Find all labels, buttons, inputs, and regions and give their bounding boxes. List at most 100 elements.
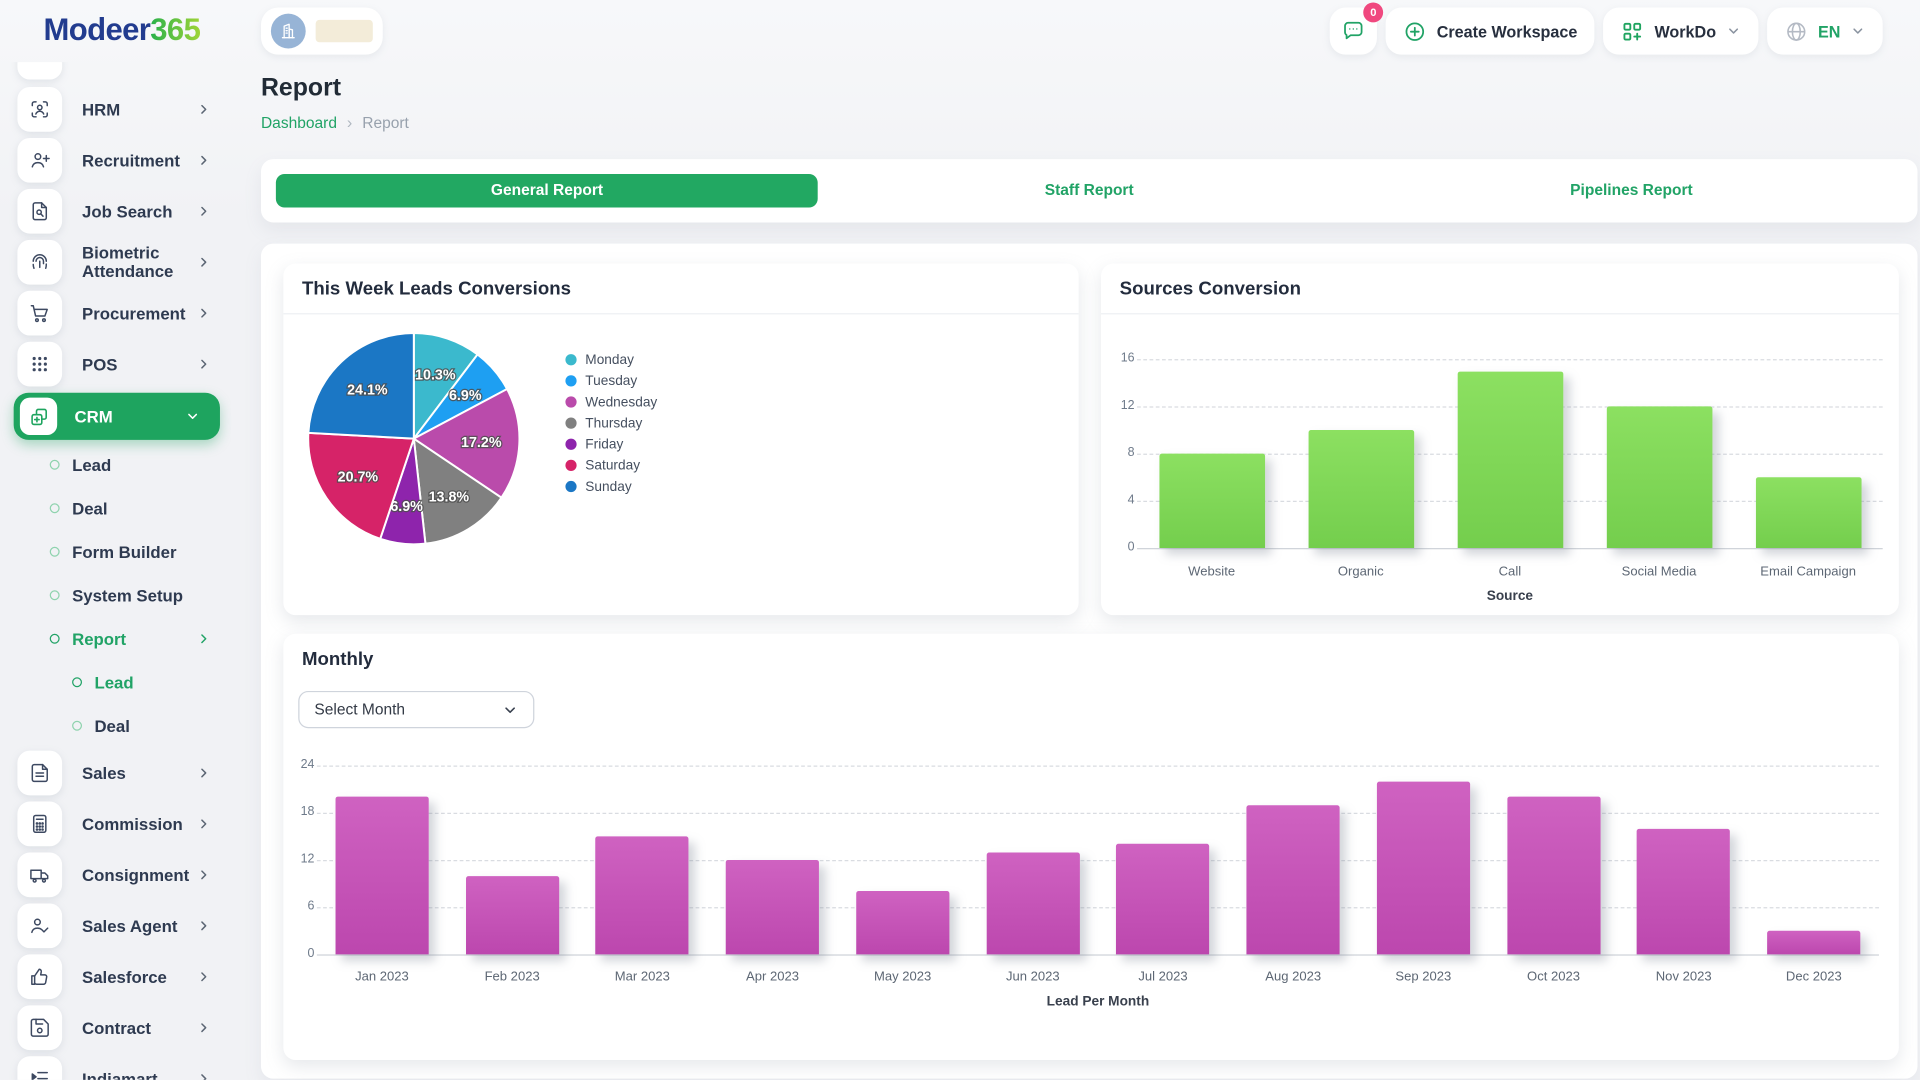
save-file-icon [17,1005,62,1050]
chevron-right-icon [196,1071,211,1080]
logo-text-primary: Modeer [43,12,150,47]
sidebar-item-pos[interactable]: POS [17,342,231,387]
top-header: Modeer365 0 Create Workspace WorkDo [0,0,1920,62]
sidebar-subitem-deal[interactable]: Deal [17,490,231,527]
bullet-ring-icon [50,460,60,470]
bar-email-campaign[interactable] [1755,477,1861,548]
x-tick-label: Call [1435,564,1584,579]
bar-website[interactable] [1159,454,1265,548]
messages-button[interactable]: 0 [1330,7,1377,54]
tab-general-report[interactable]: General Report [276,174,818,208]
bars [1137,359,1883,548]
language-selector[interactable]: EN [1767,7,1883,54]
sidebar-item-label: HRM [82,100,120,119]
legend-dot [565,354,576,365]
bar-jun-2023[interactable] [986,852,1079,954]
sidebar-item-procurement[interactable]: Procurement [17,291,231,336]
sidebar-subitem-label: System Setup [72,586,183,605]
sidebar-subitem-system-setup[interactable]: System Setup [17,577,231,614]
app-switcher-button[interactable]: WorkDo [1603,7,1758,54]
legend-item-sunday[interactable]: Sunday [565,480,657,494]
y-tick-label: 16 [1107,352,1134,366]
bar-may-2023[interactable] [856,891,949,954]
sidebar-item-commission[interactable]: Commission [17,802,231,847]
tab-pipelines-report[interactable]: Pipelines Report [1360,174,1902,208]
chevron-down-icon [1726,24,1741,39]
sidebar-subitem-report-lead[interactable]: Lead [17,664,231,701]
create-workspace-button[interactable]: Create Workspace [1386,7,1595,54]
legend-label: Tuesday [585,373,637,388]
sidebar-subitem-report[interactable]: Report [17,620,231,657]
bar-social-media[interactable] [1606,406,1712,548]
sidebar-item-indiamart[interactable]: Indiamart [17,1056,231,1080]
x-axis-title: Source [1137,589,1883,604]
sidebar-item-crm[interactable]: CRM [14,393,220,440]
x-axis-labels: WebsiteOrganicCallSocial MediaEmail Camp… [1137,564,1883,579]
bar-oct-2023[interactable] [1507,797,1600,954]
legend-label: Wednesday [585,395,657,410]
sidebar-subitem-lead[interactable]: Lead [17,446,231,483]
sidebar-subitem-label: Form Builder [72,542,176,561]
sidebar-subitem-label: Deal [94,716,129,735]
pie-slice-percent-label: 13.8% [429,489,470,505]
workspace-switcher[interactable] [261,7,383,54]
bars [317,766,1879,955]
legend-item-saturday[interactable]: Saturday [565,459,657,473]
bullet-ring-icon [50,503,60,513]
cart-icon [17,291,62,336]
legend-item-tuesday[interactable]: Tuesday [565,374,657,388]
sidebar-item-job-search[interactable]: Job Search [17,189,231,234]
sidebar-item-sales-agent[interactable]: Sales Agent [17,903,231,948]
leads-conversions-card: This Week Leads Conversions 10.3%6.9%17.… [283,263,1078,615]
logo[interactable]: Modeer365 [43,12,200,48]
x-tick-label: Organic [1286,564,1435,579]
x-tick-label: Mar 2023 [577,969,707,984]
bar-dec-2023[interactable] [1767,931,1860,955]
bar-mar-2023[interactable] [596,836,689,954]
app-switcher-label: WorkDo [1654,22,1716,41]
sidebar-subitem-report-deal[interactable]: Deal [17,707,231,744]
bar-jul-2023[interactable] [1116,844,1209,954]
legend-item-monday[interactable]: Monday [565,353,657,367]
calculator-icon [17,802,62,847]
chevron-right-icon [196,631,211,646]
weekly-leads-pie-chart: 10.3%6.9%17.2%13.8%6.9%20.7%24.1% [296,321,532,557]
bar-cell [1098,766,1228,955]
legend-item-wednesday[interactable]: Wednesday [565,395,657,409]
sidebar-item-label: Consignment [82,866,189,885]
sidebar-item-hrm[interactable]: HRM [17,87,231,132]
job-search-icon [17,189,62,234]
bar-call[interactable] [1457,371,1563,548]
bar-aug-2023[interactable] [1247,805,1340,955]
monthly-leads-chart: 06121824 Jan 2023Feb 2023Mar 2023Apr 202… [290,766,1879,1010]
y-axis-labels: 06121824 [290,766,317,955]
sidebar-item-sales[interactable]: Sales [17,751,231,796]
sidebar-item-biometric-attendance[interactable]: Biometric Attendance [17,240,231,285]
legend-dot [565,481,576,492]
legend-item-thursday[interactable]: Thursday [565,416,657,430]
tab-staff-report[interactable]: Staff Report [818,174,1360,208]
bar-feb-2023[interactable] [466,876,559,955]
bar-sep-2023[interactable] [1377,781,1470,954]
bar-nov-2023[interactable] [1637,828,1730,954]
y-axis-labels: 0481216 [1107,359,1137,548]
bar-cell [1435,359,1584,548]
legend-label: Monday [585,352,634,367]
y-tick-label: 24 [287,758,314,772]
sidebar-item-label: Biometric Attendance [82,244,191,281]
sidebar-item-recruitment[interactable]: Recruitment [17,138,231,183]
sidebar-item-consignment[interactable]: Consignment [17,852,231,897]
legend-label: Thursday [585,416,642,431]
breadcrumb-dashboard-link[interactable]: Dashboard [261,114,337,131]
bar-organic[interactable] [1308,430,1414,548]
breadcrumb-current: Report [362,114,409,131]
sidebar-subitem-form-builder[interactable]: Form Builder [17,533,231,570]
y-tick-label: 4 [1107,493,1134,507]
legend-item-friday[interactable]: Friday [565,437,657,451]
bar-jan-2023[interactable] [335,797,428,954]
chevron-right-icon [196,766,211,781]
sidebar-item-contract[interactable]: Contract [17,1005,231,1050]
select-month-dropdown[interactable]: Select Month [298,691,534,728]
sidebar-item-salesforce[interactable]: Salesforce [17,954,231,999]
bar-apr-2023[interactable] [726,860,819,954]
